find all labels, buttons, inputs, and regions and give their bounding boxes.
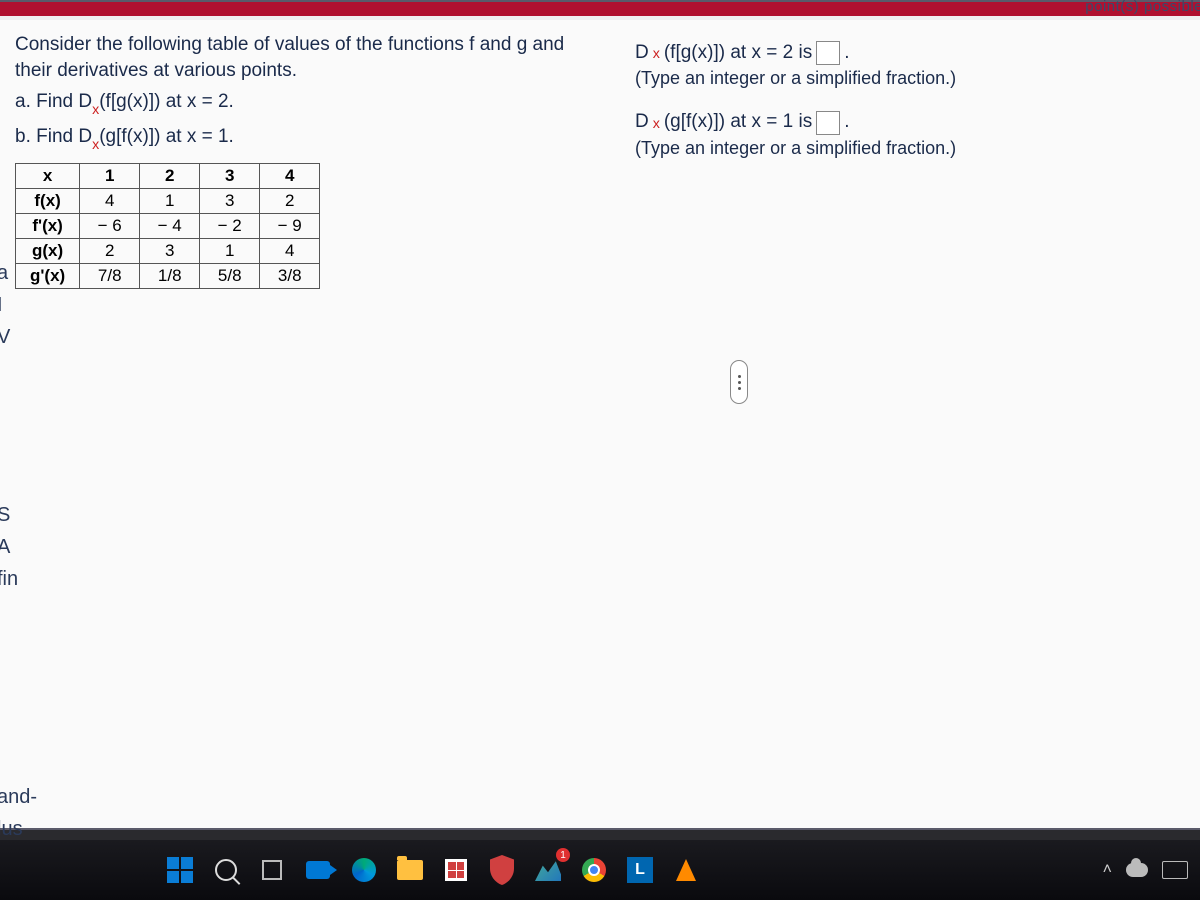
task-view-button[interactable]	[254, 852, 290, 888]
answer-2-line: Dx(g[f(x)]) at x = 1 is .	[635, 107, 1185, 137]
th-x: x	[16, 164, 80, 189]
app-l-button[interactable]: L	[622, 852, 658, 888]
values-table: x 1 2 3 4 f(x) 4 1 3 2 f'(x)	[15, 163, 320, 289]
edge-icon	[352, 858, 376, 882]
table-row: g(x) 2 3 1 4	[16, 239, 320, 264]
windows-taskbar: 1 L ˄	[0, 840, 1200, 900]
table-header-row: x 1 2 3 4	[16, 164, 320, 189]
part-b: b. Find Dx(g[f(x)]) at x = 1.	[15, 124, 575, 153]
table-row: g'(x) 7/8 1/8 5/8 3/8	[16, 264, 320, 289]
camera-app-button[interactable]	[300, 852, 336, 888]
vlc-cone-icon	[676, 859, 696, 881]
content-area: Consider the following table of values o…	[0, 20, 1200, 828]
answer-1-hint: (Type an integer or a simplified fractio…	[635, 68, 1185, 89]
store-icon	[445, 859, 467, 881]
vlc-button[interactable]	[668, 852, 704, 888]
chrome-icon	[582, 858, 606, 882]
problem-column: Consider the following table of values o…	[15, 32, 575, 289]
notification-badge: 1	[556, 848, 570, 862]
shield-icon	[484, 852, 520, 888]
part-a: a. Find Dx(f[g(x)]) at x = 2.	[15, 89, 575, 118]
touch-keyboard-icon[interactable]	[1162, 861, 1188, 879]
table-row: f'(x) − 6 − 4 − 2 − 9	[16, 214, 320, 239]
l-icon: L	[627, 857, 653, 883]
mail-button[interactable]: 1	[530, 852, 566, 888]
header-bar: point(s) possible	[0, 2, 1200, 16]
folder-icon	[397, 860, 423, 880]
table-row: f(x) 4 1 3 2	[16, 189, 320, 214]
file-explorer-button[interactable]	[392, 852, 428, 888]
windows-logo-icon	[167, 857, 193, 883]
answer-2-input[interactable]	[816, 111, 840, 135]
answer-1-line: Dx(f[g(x)]) at x = 2 is .	[635, 38, 1185, 68]
security-button[interactable]	[484, 852, 520, 888]
answer-1-input[interactable]	[816, 41, 840, 65]
store-button[interactable]	[438, 852, 474, 888]
left-edge-fragments: a I V S A fin and- lus	[0, 260, 37, 848]
bird-icon	[535, 859, 561, 881]
expand-handle[interactable]	[730, 360, 748, 404]
app-window: point(s) possible Consider the following…	[0, 0, 1200, 830]
problem-intro: Consider the following table of values o…	[15, 32, 575, 83]
answer-2-hint: (Type an integer or a simplified fractio…	[635, 138, 1185, 159]
points-text: point(s) possible	[1085, 0, 1200, 15]
task-view-icon	[262, 860, 282, 880]
tray-overflow-button[interactable]: ˄	[1103, 861, 1112, 879]
system-tray: ˄	[1103, 861, 1188, 879]
search-button[interactable]	[208, 852, 244, 888]
search-icon	[215, 859, 237, 881]
edge-button[interactable]	[346, 852, 382, 888]
chrome-button[interactable]	[576, 852, 612, 888]
camera-icon	[306, 861, 330, 879]
start-button[interactable]	[162, 852, 198, 888]
answer-column: Dx(f[g(x)]) at x = 2 is . (Type an integ…	[635, 32, 1185, 289]
cloud-icon[interactable]	[1126, 863, 1148, 877]
